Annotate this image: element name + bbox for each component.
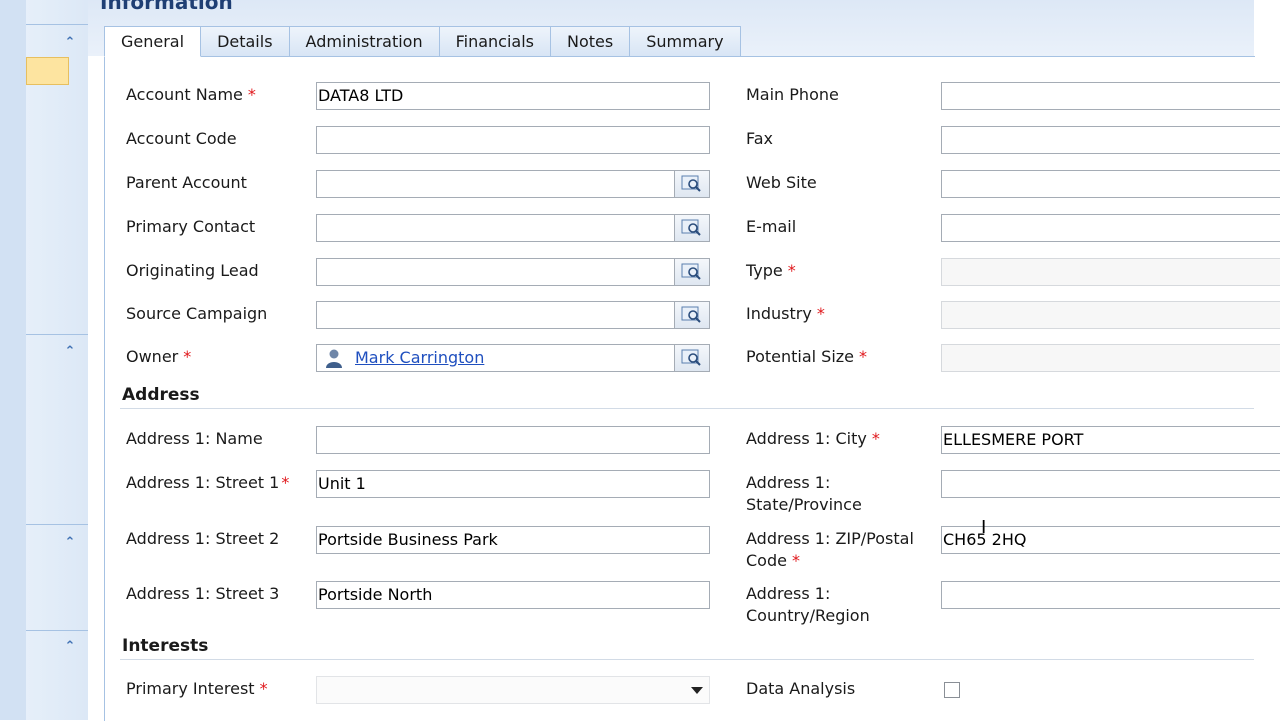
lookup-icon <box>681 175 701 192</box>
address-street1-label: Address 1: Street 1 * <box>126 473 290 492</box>
text-cursor-icon: I <box>981 517 987 538</box>
primary-interest-select[interactable] <box>316 676 710 704</box>
tab-administration[interactable]: Administration <box>289 26 440 57</box>
collapse-section-icon[interactable]: ⌃ <box>62 35 78 51</box>
tab-details[interactable]: Details <box>201 26 290 57</box>
primary-interest-label: Primary Interest * <box>126 679 268 698</box>
tab-general[interactable]: General <box>104 26 202 57</box>
section-divider <box>120 659 1254 660</box>
lookup-button[interactable] <box>674 302 709 328</box>
lookup-button[interactable] <box>674 259 709 285</box>
potential-size-label: Potential Size * <box>746 347 868 366</box>
address-street3-label: Address 1: Street 3 <box>126 584 280 603</box>
collapse-section-icon[interactable]: ⌃ <box>62 639 78 655</box>
address-section-heading: Address <box>122 385 200 405</box>
tab-notes[interactable]: Notes <box>551 26 631 57</box>
sidebar-divider <box>26 24 88 25</box>
sidebar-divider <box>26 524 88 525</box>
originating-lead-label: Originating Lead <box>126 261 259 280</box>
tab-summary[interactable]: Summary <box>630 26 741 57</box>
sidebar-edge <box>0 0 26 720</box>
originating-lead-field[interactable] <box>316 258 710 286</box>
industry-label: Industry * <box>746 304 825 323</box>
collapse-section-icon[interactable]: ⌃ <box>62 344 78 360</box>
fax-field[interactable] <box>941 126 1280 154</box>
primary-contact-field[interactable] <box>316 214 710 242</box>
web-site-label: Web Site <box>746 173 817 192</box>
type-label: Type * <box>746 261 796 280</box>
fax-label: Fax <box>746 129 774 148</box>
address-country-field[interactable] <box>941 581 1280 609</box>
address-state-label: Address 1: State/Province <box>746 473 862 514</box>
chevron-down-icon <box>691 687 703 694</box>
account-name-label: Account Name * <box>126 85 256 104</box>
web-site-field[interactable] <box>941 170 1280 198</box>
address-street2-field[interactable]: Portside Business Park <box>316 526 710 554</box>
data-analysis-label: Data Analysis <box>746 679 856 698</box>
sidebar-divider <box>26 630 88 631</box>
tab-financials[interactable]: Financials <box>439 26 552 57</box>
page-title: Information <box>100 0 233 14</box>
lookup-icon <box>681 349 701 366</box>
address-zip-field[interactable]: CH65 2HQ <box>941 526 1280 554</box>
section-divider <box>120 408 1254 409</box>
owner-field[interactable]: Mark Carrington <box>316 344 710 372</box>
address-name-label: Address 1: Name <box>126 429 263 448</box>
owner-label: Owner * <box>126 347 192 366</box>
form-panel <box>104 56 1255 721</box>
account-code-label: Account Code <box>126 129 237 148</box>
lookup-icon <box>681 306 701 323</box>
email-label: E-mail <box>746 217 797 236</box>
collapse-section-icon[interactable]: ⌃ <box>62 535 78 551</box>
sidebar-divider <box>26 334 88 335</box>
navigation-sidebar: ⌃ ⌃ ⌃ ⌃ <box>0 0 88 720</box>
lookup-button[interactable] <box>674 345 709 371</box>
interests-section-heading: Interests <box>122 636 209 656</box>
user-icon <box>326 349 342 368</box>
lookup-icon <box>681 219 701 236</box>
industry-select[interactable] <box>941 301 1280 329</box>
account-code-field[interactable] <box>316 126 710 154</box>
parent-account-field[interactable] <box>316 170 710 198</box>
address-street1-field[interactable]: Unit 1 <box>316 470 710 498</box>
address-street3-field[interactable]: Portside North <box>316 581 710 609</box>
main-phone-label: Main Phone <box>746 85 839 104</box>
address-name-field[interactable] <box>316 426 710 454</box>
type-select[interactable] <box>941 258 1280 286</box>
lookup-button[interactable] <box>674 171 709 197</box>
address-country-label: Address 1: Country/Region <box>746 584 870 625</box>
data-analysis-checkbox[interactable] <box>944 682 960 698</box>
source-campaign-field[interactable] <box>316 301 710 329</box>
email-field[interactable] <box>941 214 1280 242</box>
address-zip-label: Address 1: ZIP/Postal Code * <box>746 529 914 570</box>
address-state-field[interactable] <box>941 470 1280 498</box>
main-phone-field[interactable] <box>941 82 1280 110</box>
address-city-label: Address 1: City * <box>746 429 880 448</box>
sidebar-selected-item[interactable] <box>26 57 69 85</box>
owner-link[interactable]: Mark Carrington <box>355 345 484 371</box>
parent-account-label: Parent Account <box>126 173 247 192</box>
tab-bar: General Details Administration Financial… <box>104 26 741 57</box>
address-city-field[interactable]: ELLESMERE PORT <box>941 426 1280 454</box>
source-campaign-label: Source Campaign <box>126 304 268 323</box>
lookup-button[interactable] <box>674 215 709 241</box>
address-street2-label: Address 1: Street 2 <box>126 529 280 548</box>
primary-contact-label: Primary Contact <box>126 217 256 236</box>
potential-size-select[interactable] <box>941 344 1280 372</box>
account-name-field[interactable]: DATA8 LTD <box>316 82 710 110</box>
lookup-icon <box>681 263 701 280</box>
